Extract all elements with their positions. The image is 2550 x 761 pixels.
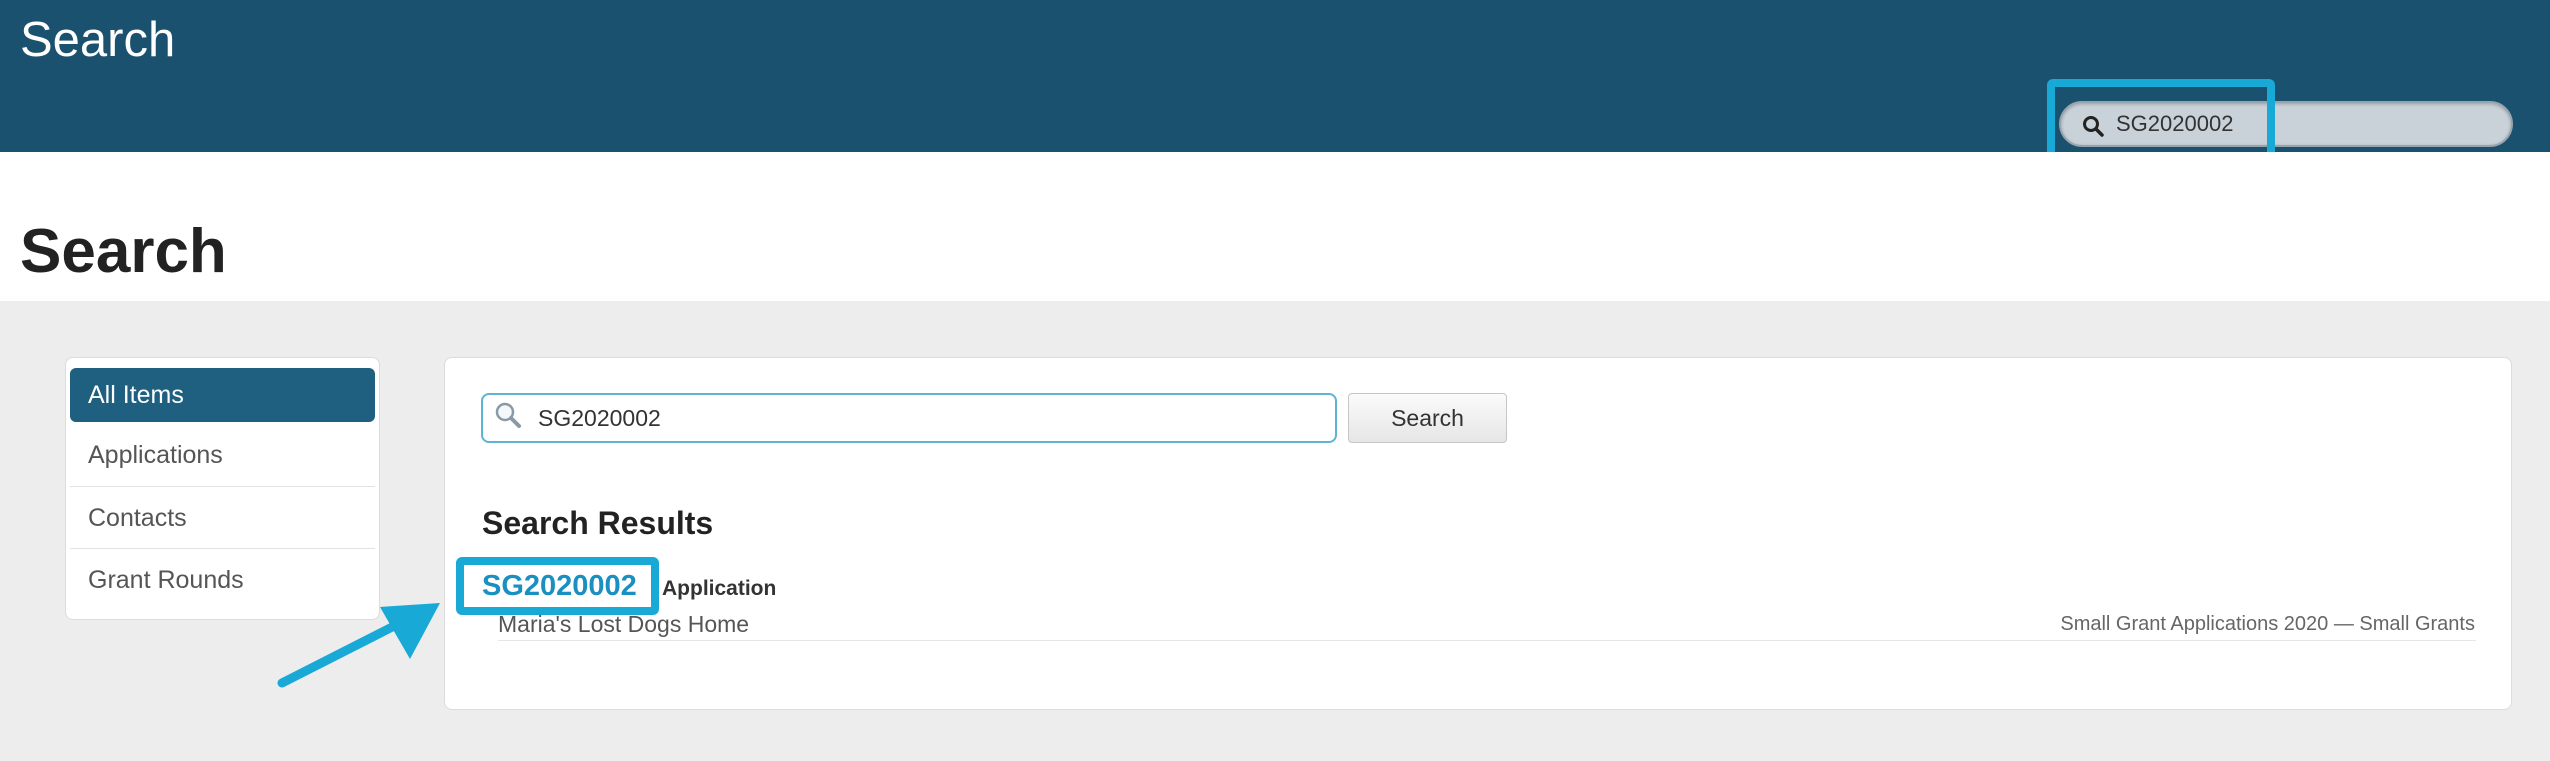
result-type-label: Application [662, 577, 777, 600]
sidebar: All Items Applications Contacts Grant Ro… [65, 357, 380, 620]
search-button[interactable]: Search [1348, 393, 1507, 443]
result-divider [498, 640, 2476, 641]
app-title: Search [20, 13, 176, 67]
search-panel: SG2020002 Search Search Results SG202000… [444, 357, 2512, 710]
sidebar-item-contacts[interactable]: Contacts [70, 486, 375, 548]
sidebar-item-applications[interactable]: Applications [70, 424, 375, 486]
arrow-icon [277, 603, 440, 688]
search-input[interactable]: SG2020002 [481, 393, 1337, 443]
search-input-value: SG2020002 [538, 405, 661, 431]
page-title-band: Search [0, 152, 2550, 301]
results-heading: Search Results [482, 505, 714, 541]
sidebar-item-all-items[interactable]: All Items [70, 368, 375, 422]
page-title: Search [20, 217, 227, 286]
result-meta: Small Grant Applications 2020 — Small Gr… [2060, 613, 2475, 635]
magnifier-icon [495, 402, 521, 428]
highlight-frame-result [456, 557, 659, 615]
